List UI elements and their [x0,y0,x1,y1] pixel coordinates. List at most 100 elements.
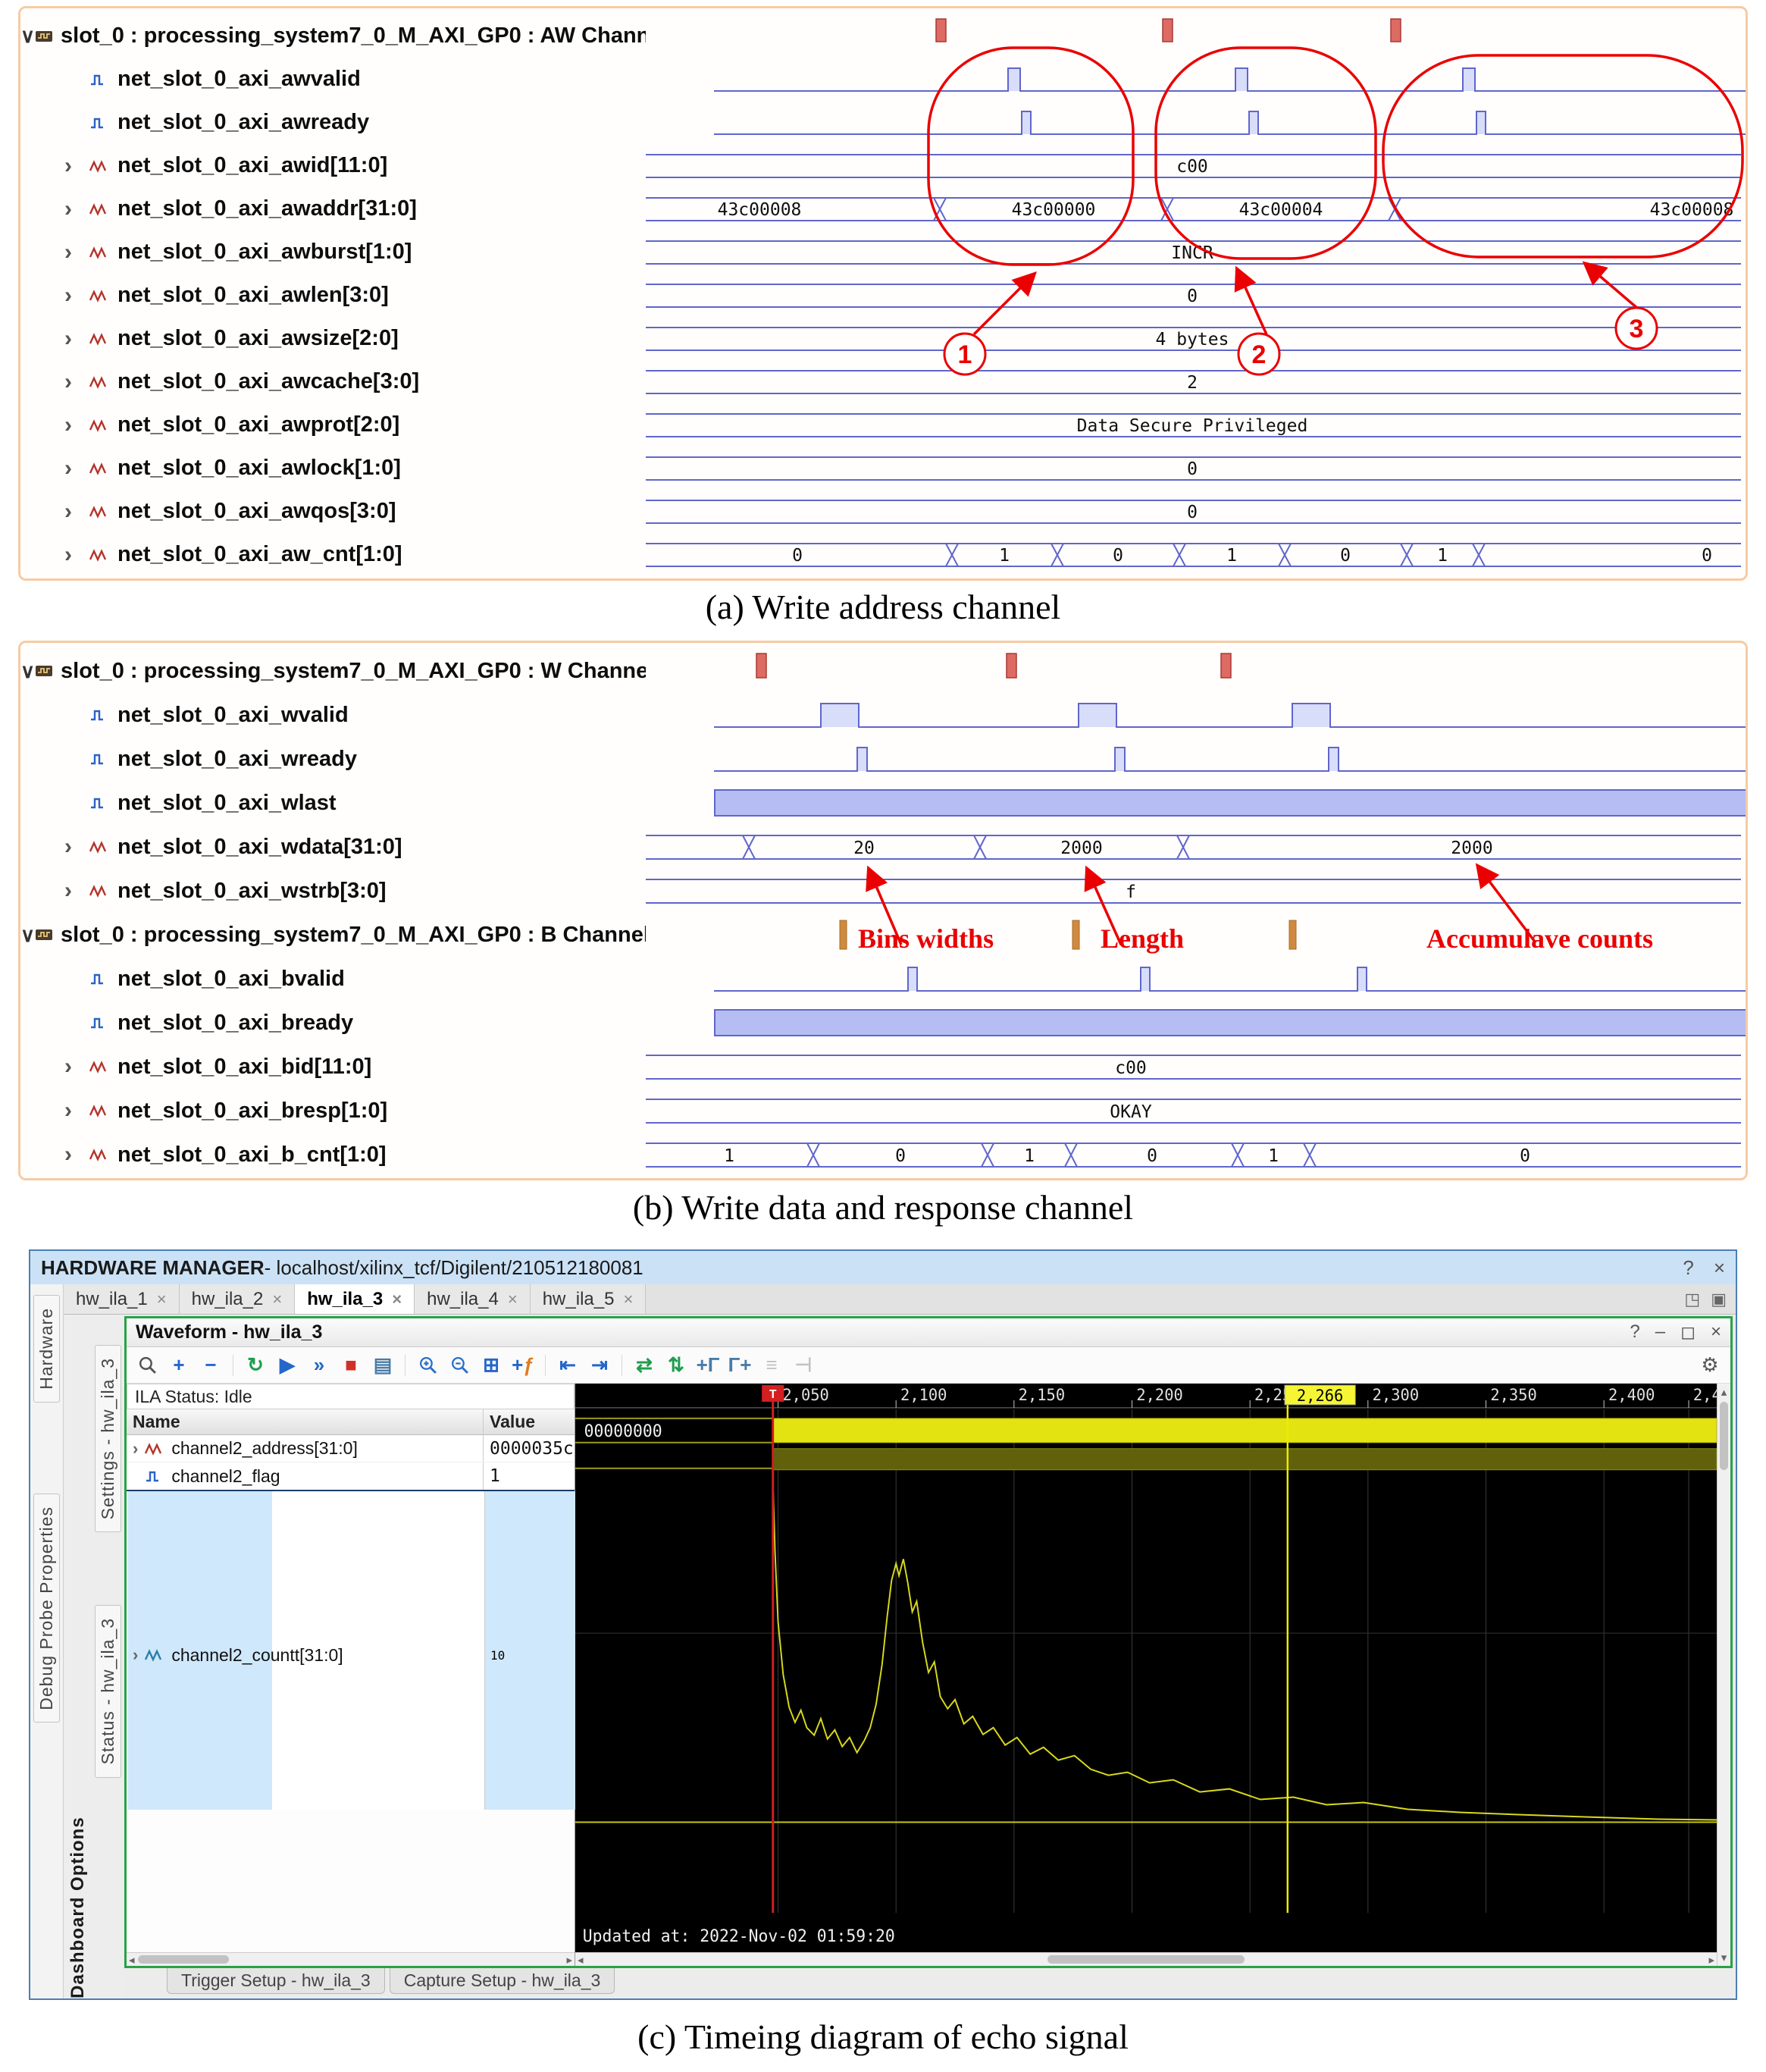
column-header-value[interactable]: Value [484,1409,575,1434]
insert-probe-icon[interactable]: Γ+ [727,1353,753,1378]
scrollbar-thumb[interactable] [138,1955,229,1964]
add-marker-icon[interactable]: +ƒ [510,1353,536,1378]
signal-row-bid[interactable]: › net_slot_0_axi_bid[11:0] [20,1045,646,1089]
tab-hw-ila-4[interactable]: hw_ila_4× [415,1284,531,1314]
chevron-right-icon[interactable]: › [64,196,89,222]
close-icon[interactable]: × [392,1290,402,1309]
run-all-icon[interactable]: » [306,1353,332,1378]
chevron-right-icon[interactable]: › [64,542,89,568]
add-icon[interactable]: + [166,1353,192,1378]
previous-transition-icon[interactable]: ⇤ [555,1353,581,1378]
group-row-aw-channel[interactable]: ∨ slot_0 : processing_system7_0_M_AXI_GP… [20,14,646,58]
sidebar-tab-hardware[interactable]: Hardware [33,1295,60,1403]
signal-row-awid[interactable]: › net_slot_0_axi_awid[11:0] [20,144,646,187]
scroll-right-icon[interactable]: ▸ [566,1953,572,1967]
signal-row-awvalid[interactable]: net_slot_0_axi_awvalid [89,58,714,101]
chevron-right-icon[interactable]: › [64,456,89,481]
stop-icon[interactable]: ■ [338,1353,364,1378]
chevron-right-icon[interactable]: › [64,1142,89,1168]
signal-row-bresp[interactable]: › net_slot_0_axi_bresp[1:0] [20,1089,646,1133]
scrollbar-thumb[interactable] [1720,1402,1728,1470]
chevron-right-icon[interactable]: › [64,834,89,860]
signal-row-awqos[interactable]: › net_slot_0_axi_awqos[3:0] [20,490,646,533]
chevron-down-icon[interactable]: ∨ [20,660,35,683]
tab-trigger-setup[interactable]: Trigger Setup - hw_ila_3 [167,1968,385,1994]
remove-icon[interactable]: − [198,1353,224,1378]
signal-row-wvalid[interactable]: net_slot_0_axi_wvalid [89,693,714,737]
signal-row-awsize[interactable]: › net_slot_0_axi_awsize[2:0] [20,317,646,360]
scrollbar-thumb[interactable] [1047,1955,1245,1964]
signal-row-wstrb[interactable]: › net_slot_0_axi_wstrb[3:0] [20,869,646,913]
tab-hw-ila-1[interactable]: hw_ila_1× [64,1284,180,1314]
column-header-name[interactable]: Name [127,1409,484,1434]
chevron-right-icon[interactable]: › [133,1645,138,1665]
selected-signal-block[interactable]: › channel2_countt[31:0] 10 [127,1491,575,1810]
time-ruler[interactable]: 2,050 2,100 2,150 2,200 2,250 2,300 2,35… [575,1386,1717,1408]
chevron-right-icon[interactable]: › [64,1098,89,1124]
chevron-right-icon[interactable]: › [64,412,89,438]
canvas-vertical-scrollbar[interactable]: ▴ ▾ [1717,1384,1730,1966]
group-row-b-channel[interactable]: ∨ slot_0 : processing_system7_0_M_AXI_GP… [20,913,646,957]
run-icon[interactable]: ▶ [274,1353,300,1378]
minimize-icon[interactable]: ‒ [1655,1321,1665,1343]
close-icon[interactable]: × [272,1290,282,1309]
chevron-down-icon[interactable]: ∨ [20,923,35,947]
float-icon[interactable]: ◳ [1684,1290,1700,1309]
swap-vertical-icon[interactable]: ⇅ [663,1353,689,1378]
find-icon[interactable] [134,1353,160,1378]
add-probe-icon[interactable]: +Γ [695,1353,721,1378]
chevron-right-icon[interactable]: › [64,153,89,179]
tab-hw-ila-3[interactable]: hw_ila_3× [295,1284,415,1314]
next-transition-icon[interactable]: ⇥ [587,1353,612,1378]
signal-row-awaddr[interactable]: › net_slot_0_axi_awaddr[31:0] [20,187,646,230]
signal-row-awcache[interactable]: › net_slot_0_axi_awcache[3:0] [20,360,646,403]
window-titlebar[interactable]: HARDWARE MANAGER - localhost/xilinx_tcf/… [30,1251,1736,1284]
waveform-window-titlebar[interactable]: Waveform - hw_ila_3 ? ‒ ◻ × [127,1318,1730,1347]
close-icon[interactable]: × [508,1290,518,1309]
close-icon[interactable]: × [157,1290,167,1309]
signal-row-wready[interactable]: net_slot_0_axi_wready [89,737,714,781]
chevron-right-icon[interactable]: › [64,283,89,309]
chevron-right-icon[interactable]: › [64,499,89,525]
chevron-right-icon[interactable]: › [64,369,89,395]
run-trigger-icon[interactable]: ↻ [243,1353,268,1378]
link-icon[interactable]: ≡ [759,1353,784,1378]
close-icon[interactable]: × [1711,1321,1721,1343]
signal-row-b-cnt[interactable]: › net_slot_0_axi_b_cnt[1:0] [20,1133,646,1177]
signal-row-awburst[interactable]: › net_slot_0_axi_awburst[1:0] [20,230,646,274]
waveform-canvas[interactable]: 2,050 2,100 2,150 2,200 2,250 2,300 2,35… [575,1384,1717,1952]
restore-icon[interactable]: ▣ [1711,1290,1727,1309]
dashboard-options-label[interactable]: Dashboard Options [67,1328,89,1998]
tab-status-hw-ila-3[interactable]: Status - hw_ila_3 [95,1605,121,1777]
tab-capture-setup[interactable]: Capture Setup - hw_ila_3 [390,1968,615,1994]
table-row-channel2-flag[interactable]: › channel2_flag 1 [127,1462,575,1491]
signal-row-awready[interactable]: net_slot_0_axi_awready [89,101,714,144]
scroll-up-icon[interactable]: ▴ [1721,1385,1727,1399]
chevron-right-icon[interactable]: › [64,878,89,904]
signal-row-bvalid[interactable]: net_slot_0_axi_bvalid [89,957,714,1001]
pin-icon[interactable]: ⊣ [791,1353,816,1378]
help-icon[interactable]: ? [1683,1256,1693,1280]
chevron-right-icon[interactable]: › [64,240,89,265]
chevron-right-icon[interactable]: › [64,326,89,352]
zoom-in-icon[interactable] [415,1353,440,1378]
table-row-channel2-countt[interactable]: › channel2_countt[31:0] [127,1641,575,1669]
tab-hw-ila-5[interactable]: hw_ila_5× [531,1284,647,1314]
chevron-down-icon[interactable]: ∨ [20,24,35,48]
zoom-fit-icon[interactable]: ⊞ [478,1353,504,1378]
swap-horizontal-icon[interactable]: ⇄ [631,1353,657,1378]
signal-row-bready[interactable]: net_slot_0_axi_bready [89,1001,714,1045]
help-icon[interactable]: ? [1630,1321,1639,1343]
canvas-horizontal-scrollbar[interactable]: ◂ ▸ [575,1952,1717,1966]
close-icon[interactable]: × [623,1290,633,1309]
tab-hw-ila-2[interactable]: hw_ila_2× [180,1284,296,1314]
signal-row-aw-cnt[interactable]: › net_slot_0_axi_aw_cnt[1:0] [20,533,646,576]
group-row-w-channel[interactable]: ∨ slot_0 : processing_system7_0_M_AXI_GP… [20,649,646,693]
scroll-down-icon[interactable]: ▾ [1721,1951,1727,1964]
sidebar-tab-debug-probe-properties[interactable]: Debug Probe Properties [33,1494,60,1723]
signal-row-awlock[interactable]: › net_slot_0_axi_awlock[1:0] [20,447,646,490]
close-icon[interactable]: × [1714,1256,1725,1280]
table-horizontal-scrollbar[interactable]: ◂ ▸ [127,1952,575,1966]
signal-row-awprot[interactable]: › net_slot_0_axi_awprot[2:0] [20,403,646,447]
table-row-channel2-address[interactable]: › channel2_address[31:0] 0000035c [127,1435,575,1462]
